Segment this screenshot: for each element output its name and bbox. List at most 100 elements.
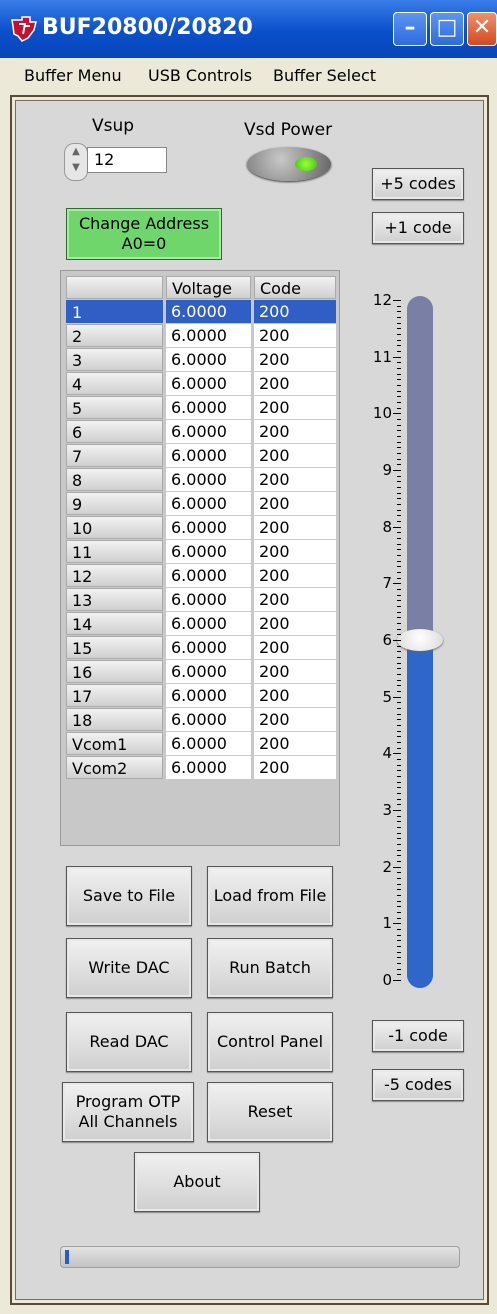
voltage-cell[interactable]: 6.0000 — [166, 588, 251, 611]
code-cell[interactable]: 200 — [254, 756, 336, 779]
maximize-button[interactable]: □ — [430, 12, 464, 46]
table-row[interactable]: 4 6.0000 200 — [66, 372, 336, 396]
code-cell[interactable]: 200 — [254, 444, 336, 467]
channel-label[interactable]: Vcom2 — [66, 756, 163, 779]
code-cell[interactable]: 200 — [254, 396, 336, 419]
code-cell[interactable]: 200 — [254, 636, 336, 659]
stepper-down-icon[interactable]: ▼ — [72, 162, 80, 173]
table-row[interactable]: 15 6.0000 200 — [66, 636, 336, 660]
code-cell[interactable]: 200 — [254, 732, 336, 755]
about-button[interactable]: About — [134, 1152, 260, 1212]
plus-1-code-button[interactable]: +1 code — [372, 212, 464, 244]
channel-label[interactable]: 7 — [66, 444, 163, 467]
load-from-file-button[interactable]: Load from File — [207, 866, 333, 926]
close-button[interactable]: ✕ — [467, 12, 497, 46]
channel-label[interactable]: 18 — [66, 708, 163, 731]
voltage-cell[interactable]: 6.0000 — [166, 468, 251, 491]
voltage-cell[interactable]: 6.0000 — [166, 396, 251, 419]
table-row[interactable]: 12 6.0000 200 — [66, 564, 336, 588]
change-address-button[interactable]: Change Address A0=0 — [66, 208, 222, 260]
stepper-up-icon[interactable]: ▲ — [72, 146, 80, 157]
channel-label[interactable]: 13 — [66, 588, 163, 611]
channel-label[interactable]: 4 — [66, 372, 163, 395]
channel-label[interactable]: Vcom1 — [66, 732, 163, 755]
code-cell[interactable]: 200 — [254, 588, 336, 611]
menu-buffer[interactable]: Buffer Menu — [24, 66, 122, 85]
table-row[interactable]: 16 6.0000 200 — [66, 660, 336, 684]
voltage-cell[interactable]: 6.0000 — [166, 708, 251, 731]
code-cell[interactable]: 200 — [254, 684, 336, 707]
table-row[interactable]: 14 6.0000 200 — [66, 612, 336, 636]
voltage-cell[interactable]: 6.0000 — [166, 660, 251, 683]
minus-1-code-button[interactable]: -1 code — [372, 1020, 464, 1052]
vsd-power-toggle[interactable] — [247, 147, 331, 181]
voltage-cell[interactable]: 6.0000 — [166, 540, 251, 563]
table-row[interactable]: 10 6.0000 200 — [66, 516, 336, 540]
menu-usb-controls[interactable]: USB Controls — [148, 66, 252, 85]
write-dac-button[interactable]: Write DAC — [66, 938, 192, 998]
table-row[interactable]: 9 6.0000 200 — [66, 492, 336, 516]
minus-5-codes-button[interactable]: -5 codes — [372, 1069, 464, 1101]
table-row[interactable]: 13 6.0000 200 — [66, 588, 336, 612]
table-row[interactable]: 11 6.0000 200 — [66, 540, 336, 564]
table-row[interactable]: 5 6.0000 200 — [66, 396, 336, 420]
channel-label[interactable]: 10 — [66, 516, 163, 539]
control-panel-button[interactable]: Control Panel — [207, 1012, 333, 1072]
code-cell[interactable]: 200 — [254, 372, 336, 395]
code-cell[interactable]: 200 — [254, 324, 336, 347]
channel-label[interactable]: 9 — [66, 492, 163, 515]
table-row[interactable]: 2 6.0000 200 — [66, 324, 336, 348]
voltage-cell[interactable]: 6.0000 — [166, 324, 251, 347]
code-cell[interactable]: 200 — [254, 660, 336, 683]
table-row[interactable]: 8 6.0000 200 — [66, 468, 336, 492]
voltage-cell[interactable]: 6.0000 — [166, 636, 251, 659]
code-cell[interactable]: 200 — [254, 564, 336, 587]
code-cell[interactable]: 200 — [254, 300, 336, 323]
code-cell[interactable]: 200 — [254, 468, 336, 491]
voltage-cell[interactable]: 6.0000 — [166, 564, 251, 587]
channel-label[interactable]: 15 — [66, 636, 163, 659]
code-cell[interactable]: 200 — [254, 348, 336, 371]
channel-label[interactable]: 1 — [66, 300, 163, 323]
code-cell[interactable]: 200 — [254, 492, 336, 515]
voltage-cell[interactable]: 6.0000 — [166, 372, 251, 395]
voltage-cell[interactable]: 6.0000 — [166, 732, 251, 755]
table-row[interactable]: 6 6.0000 200 — [66, 420, 336, 444]
channel-label[interactable]: 2 — [66, 324, 163, 347]
table-row[interactable]: 7 6.0000 200 — [66, 444, 336, 468]
channel-label[interactable]: 14 — [66, 612, 163, 635]
channel-label[interactable]: 8 — [66, 468, 163, 491]
voltage-cell[interactable]: 6.0000 — [166, 684, 251, 707]
vsup-stepper[interactable]: ▲ ▼ — [64, 143, 88, 181]
channel-label[interactable]: 16 — [66, 660, 163, 683]
channel-label[interactable]: 17 — [66, 684, 163, 707]
save-to-file-button[interactable]: Save to File — [66, 866, 192, 926]
run-batch-button[interactable]: Run Batch — [207, 938, 333, 998]
read-dac-button[interactable]: Read DAC — [66, 1012, 192, 1072]
program-otp-button[interactable]: Program OTP All Channels — [62, 1082, 194, 1142]
table-row[interactable]: 3 6.0000 200 — [66, 348, 336, 372]
table-row[interactable]: Vcom1 6.0000 200 — [66, 732, 336, 756]
slider-thumb[interactable] — [397, 629, 443, 651]
voltage-cell[interactable]: 6.0000 — [166, 492, 251, 515]
channel-label[interactable]: 6 — [66, 420, 163, 443]
table-row[interactable]: Vcom2 6.0000 200 — [66, 756, 336, 780]
code-cell[interactable]: 200 — [254, 540, 336, 563]
channel-label[interactable]: 5 — [66, 396, 163, 419]
voltage-cell[interactable]: 6.0000 — [166, 516, 251, 539]
plus-5-codes-button[interactable]: +5 codes — [372, 168, 464, 200]
voltage-cell[interactable]: 6.0000 — [166, 444, 251, 467]
code-cell[interactable]: 200 — [254, 516, 336, 539]
channel-label[interactable]: 11 — [66, 540, 163, 563]
menu-buffer-select[interactable]: Buffer Select — [273, 66, 376, 85]
code-cell[interactable]: 200 — [254, 708, 336, 731]
voltage-cell[interactable]: 6.0000 — [166, 756, 251, 779]
table-row[interactable]: 18 6.0000 200 — [66, 708, 336, 732]
minimize-button[interactable]: – — [393, 12, 427, 46]
table-row[interactable]: 17 6.0000 200 — [66, 684, 336, 708]
code-cell[interactable]: 200 — [254, 420, 336, 443]
channel-label[interactable]: 12 — [66, 564, 163, 587]
voltage-cell[interactable]: 6.0000 — [166, 420, 251, 443]
channel-label[interactable]: 3 — [66, 348, 163, 371]
voltage-cell[interactable]: 6.0000 — [166, 348, 251, 371]
